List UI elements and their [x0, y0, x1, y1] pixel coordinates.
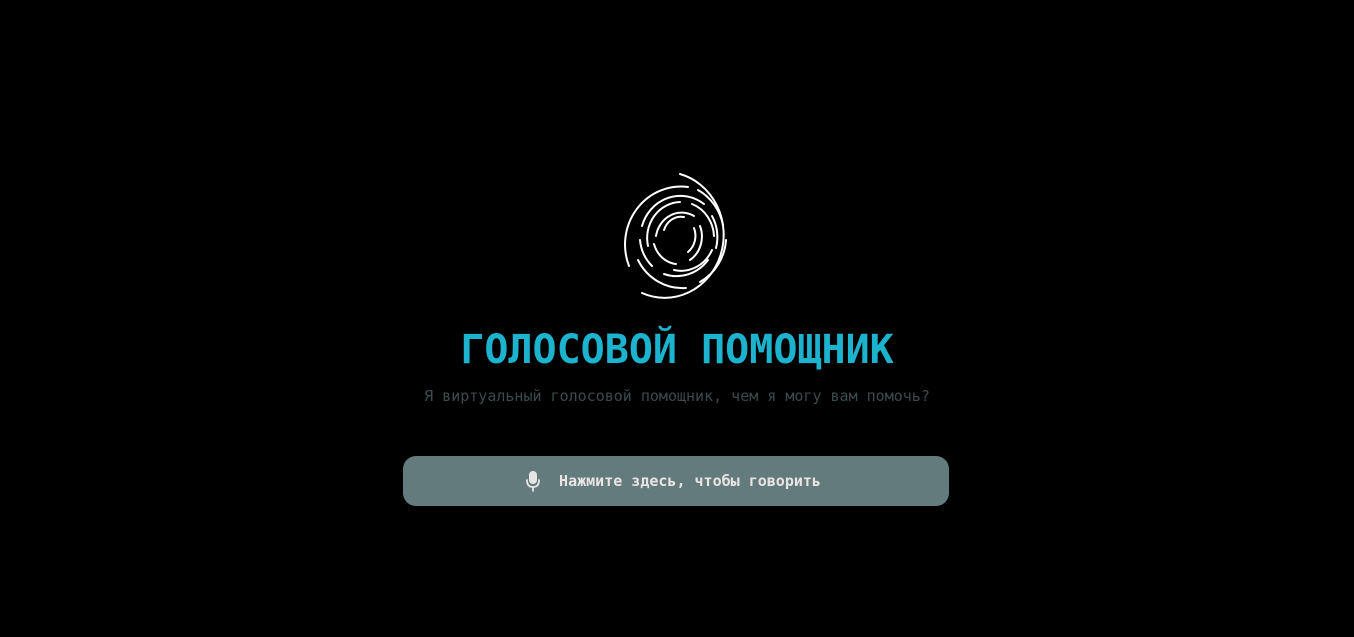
page-subtitle: Я виртуальный голосовой помощник, чем я …: [424, 387, 930, 405]
assistant-logo-icon: [618, 170, 744, 304]
page-title: ГОЛОСОВОЙ ПОМОЩНИК: [460, 327, 894, 373]
microphone-icon: [525, 470, 541, 492]
talk-button[interactable]: Нажмите здесь, чтобы говорить: [403, 456, 949, 506]
talk-button-label: Нажмите здесь, чтобы говорить: [559, 472, 821, 490]
